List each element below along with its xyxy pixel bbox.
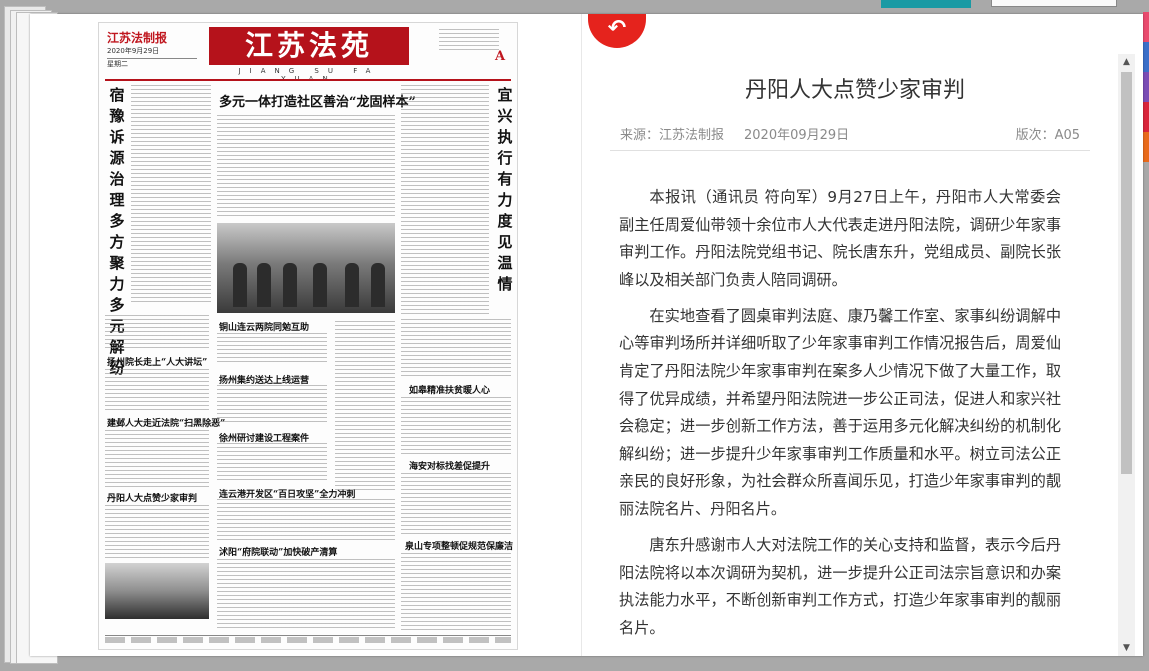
- article-source: 来源：江苏法制报: [620, 128, 725, 143]
- person-figure: [313, 263, 327, 307]
- person-figure: [371, 263, 385, 307]
- person-figure: [283, 263, 297, 307]
- person-figure: [233, 263, 247, 307]
- color-tab[interactable]: [1143, 12, 1149, 42]
- article-text-block: [401, 85, 489, 315]
- right-vertical-headline[interactable]: 宜兴执行有力度见温情: [495, 85, 515, 295]
- color-tab[interactable]: [1143, 72, 1149, 102]
- newspaper-viewer: 江苏法制报 2020年9月29日 星期二 江苏法苑 JIANG SU FA YU…: [30, 14, 1143, 656]
- article-text-block: [105, 430, 209, 488]
- issue-date: 2020年9月29日: [107, 47, 160, 55]
- pane-divider: [581, 14, 582, 656]
- article-text-block: [217, 499, 395, 541]
- color-tab[interactable]: [1143, 102, 1149, 132]
- headline[interactable]: 如皋精准扶贫暖人心: [409, 383, 490, 396]
- article-text-block: [131, 85, 211, 305]
- article-text-block: [401, 319, 511, 379]
- news-photo[interactable]: [217, 223, 395, 313]
- headline[interactable]: 建邺人大走近法院“扫黑除恶”: [107, 416, 225, 429]
- edition-letter: A: [495, 49, 506, 64]
- headline[interactable]: 扬州院长走上“人大讲坛”: [107, 355, 207, 368]
- top-accent-bar[interactable]: [881, 0, 971, 8]
- small-logo: 江苏法制报: [107, 31, 168, 45]
- person-figure: [257, 263, 271, 307]
- article-text-block: [335, 321, 395, 491]
- right-color-tabs[interactable]: [1143, 12, 1149, 232]
- main-headline[interactable]: 多元一体打造社区善治“龙固样本”: [219, 91, 416, 110]
- article-text-block: [401, 553, 511, 631]
- article-text-block: [217, 559, 395, 631]
- article-scrollbar[interactable]: ▲ ▼: [1118, 54, 1135, 656]
- headline[interactable]: 铜山连云两院同勉互助: [219, 320, 309, 333]
- masthead-rule: [105, 79, 511, 81]
- issue-weekday: 星期二: [107, 58, 197, 69]
- headline[interactable]: 丹阳人大点赞少家审判: [107, 491, 197, 504]
- headline[interactable]: 海安对标找差促提升: [409, 459, 490, 472]
- top-search-box[interactable]: [991, 0, 1117, 7]
- article-text-block: [217, 385, 327, 425]
- news-photo[interactable]: [105, 563, 209, 619]
- article-text-block: [217, 443, 327, 481]
- footer-rule: [105, 635, 511, 636]
- newspaper-title: 江苏法苑: [209, 27, 409, 65]
- scroll-down-icon[interactable]: ▼: [1118, 640, 1135, 656]
- article-paragraph: 唐东升感谢市人大对法院工作的关心支持和监督，表示今后丹阳法院将以本次调研为契机，…: [619, 536, 1061, 637]
- article-date: 2020年09月29日: [744, 128, 850, 143]
- article-paragraph: 本报讯（通讯员 符向军）9月27日上午，丹阳市人大常委会副主任周爱仙带领十余位市…: [619, 188, 1061, 289]
- article-text-block: [217, 333, 327, 365]
- newspaper-page[interactable]: 江苏法制报 2020年9月29日 星期二 江苏法苑 JIANG SU FA YU…: [98, 22, 518, 650]
- article-title: 丹阳人大点赞少家审判: [744, 78, 965, 103]
- headline[interactable]: 沭阳“府院联动”加快破产清算: [219, 545, 337, 558]
- meta-divider: [610, 150, 1090, 151]
- color-tab[interactable]: [1143, 42, 1149, 72]
- article-text-block: [401, 473, 511, 535]
- color-tab[interactable]: [1143, 132, 1149, 162]
- headline[interactable]: 泉山专项整顿促规范保廉洁: [405, 539, 513, 552]
- article-text-block: [401, 397, 511, 455]
- article-text-block: [105, 505, 209, 559]
- article-text-block: [105, 315, 209, 349]
- article-pane: 丹阳人大点赞少家审判 来源：江苏法制报 2020年09月29日 版次：A05 本…: [590, 14, 1120, 656]
- scrollbar-thumb[interactable]: [1121, 72, 1132, 474]
- person-figure: [345, 263, 359, 307]
- article-edition: 版次：A05: [1015, 128, 1080, 143]
- article-body: 本报讯（通讯员 符向军）9月27日上午，丹阳市人大常委会副主任周爱仙带领十余位市…: [619, 184, 1061, 651]
- article-text-block: [217, 115, 395, 219]
- article-paragraph: 在实地查看了圆桌审判法庭、康乃馨工作室、家事纠纷调解中心等审判场所并详细听取了少…: [619, 306, 1061, 519]
- article-text-block: [105, 369, 209, 411]
- page-footer: [105, 637, 511, 643]
- masthead-info-text: [439, 29, 499, 53]
- scroll-up-icon[interactable]: ▲: [1118, 54, 1135, 70]
- masthead-left: 江苏法制报 2020年9月29日 星期二: [107, 29, 197, 69]
